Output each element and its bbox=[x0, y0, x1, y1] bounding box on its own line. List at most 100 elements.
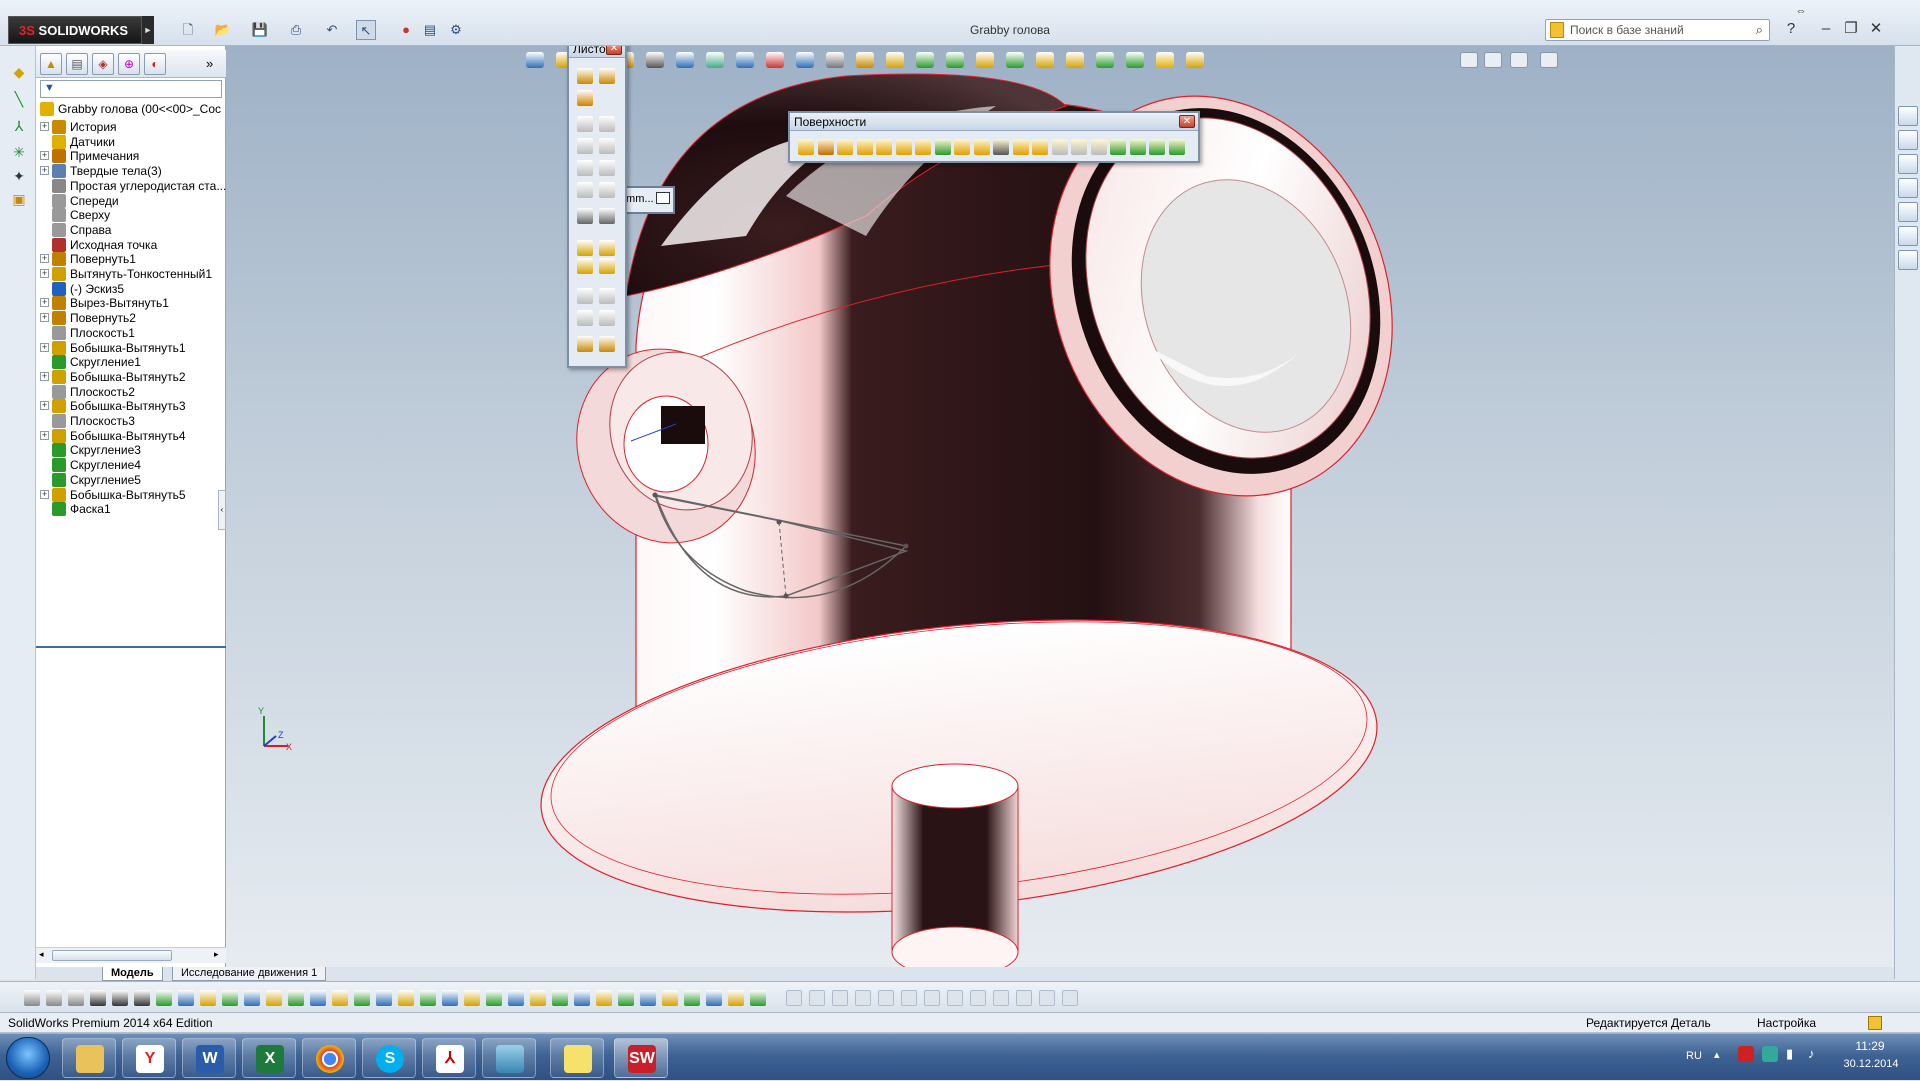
design-library-icon[interactable] bbox=[1898, 154, 1918, 174]
smart-dimension-icon[interactable]: ◆ bbox=[11, 64, 27, 80]
surfaces-toolbar-title[interactable]: Поверхности ✕ bbox=[790, 113, 1198, 131]
scroll-right-icon[interactable]: ▸ bbox=[214, 949, 219, 960]
sketch-tool-icon[interactable] bbox=[640, 990, 656, 1006]
sketch-tool-icon[interactable] bbox=[134, 990, 150, 1006]
surface-tool-icon[interactable] bbox=[973, 139, 990, 155]
expand-toggle-icon[interactable]: + bbox=[40, 298, 49, 308]
axis-triad[interactable]: Y X Z bbox=[258, 706, 298, 756]
select-pointer-icon[interactable]: ↖ bbox=[356, 20, 376, 40]
expand-toggle-icon[interactable]: + bbox=[40, 151, 49, 161]
sketch-entity-icon[interactable] bbox=[786, 990, 802, 1006]
knowledge-search-input[interactable]: Поиск в базе знаний ⌕ bbox=[1545, 19, 1770, 41]
feature-tree-scrollbar[interactable]: ◂ ▸ bbox=[36, 947, 226, 963]
sketch-tool-icon[interactable] bbox=[398, 990, 414, 1006]
undo-icon[interactable]: ↶ bbox=[322, 20, 342, 40]
file-properties-icon[interactable]: ▤ bbox=[420, 20, 440, 40]
expand-toggle-icon[interactable]: + bbox=[40, 122, 49, 131]
sheet-metal-tool-icon[interactable] bbox=[577, 90, 593, 106]
sketch-tool-icon[interactable] bbox=[552, 990, 568, 1006]
action-center-icon[interactable] bbox=[1738, 1046, 1754, 1062]
sheet-metal-tool-icon[interactable] bbox=[599, 182, 615, 198]
sketch-tool-icon[interactable] bbox=[376, 990, 392, 1006]
expand-toggle-icon[interactable]: + bbox=[40, 430, 49, 440]
sketch-tool-icon[interactable] bbox=[728, 990, 744, 1006]
sheet-metal-tool-icon[interactable] bbox=[577, 310, 593, 326]
surface-tool-icon[interactable] bbox=[1051, 139, 1068, 155]
sketch-entity-icon[interactable] bbox=[993, 990, 1009, 1006]
search-icon[interactable]: ⌕ bbox=[1756, 22, 1763, 38]
model-canvas[interactable] bbox=[226, 46, 1894, 979]
sketch-tool-icon[interactable] bbox=[200, 990, 216, 1006]
tag-icon[interactable] bbox=[1868, 1016, 1882, 1030]
surface-tool-icon[interactable] bbox=[798, 139, 814, 155]
taskbar-excel[interactable]: X bbox=[242, 1038, 296, 1078]
sheet-metal-tool-icon[interactable] bbox=[577, 208, 593, 224]
sheet-metal-tool-icon[interactable] bbox=[577, 336, 593, 352]
surface-tool-icon[interactable] bbox=[1071, 139, 1087, 155]
sheet-metal-tool-icon[interactable] bbox=[599, 160, 615, 176]
sheet-metal-tool-icon[interactable] bbox=[577, 288, 593, 304]
configuration-tab[interactable]: ◈ bbox=[92, 53, 114, 75]
line-icon[interactable]: ╲ bbox=[11, 91, 27, 107]
sketch-entity-icon[interactable] bbox=[1016, 990, 1032, 1006]
tab-model[interactable]: Модель bbox=[102, 967, 163, 981]
expand-toggle-icon[interactable]: + bbox=[40, 166, 49, 176]
expand-toggle-icon[interactable]: + bbox=[40, 342, 49, 352]
open-folder-icon[interactable]: 📂 bbox=[213, 20, 233, 40]
taskbar-word[interactable]: W bbox=[182, 1038, 236, 1078]
sketch-tool-icon[interactable] bbox=[750, 990, 766, 1006]
sketch-tool-icon[interactable] bbox=[530, 990, 546, 1006]
surface-tool-icon[interactable] bbox=[1129, 139, 1146, 155]
custom-properties-icon[interactable] bbox=[1898, 250, 1918, 270]
sketch-tool-icon[interactable] bbox=[442, 990, 458, 1006]
sketch-tool-icon[interactable] bbox=[112, 990, 128, 1006]
sketch-tool-icon[interactable] bbox=[288, 990, 304, 1006]
save-icon[interactable]: 💾 bbox=[250, 20, 270, 40]
sheet-metal-tool-icon[interactable] bbox=[577, 116, 593, 132]
expand-toggle-icon[interactable]: + bbox=[40, 313, 49, 323]
taskbar-app[interactable] bbox=[482, 1038, 536, 1078]
show-hidden-icons[interactable]: ▴ bbox=[1714, 1048, 1720, 1061]
options-icon[interactable]: ⚙ bbox=[446, 20, 466, 40]
feature-tree-tab[interactable]: ▲ bbox=[40, 53, 62, 75]
property-manager-tab[interactable]: ▤ bbox=[66, 53, 88, 75]
surface-tool-icon[interactable] bbox=[1110, 139, 1126, 155]
close-toolbar-icon[interactable]: ✕ bbox=[606, 46, 622, 55]
point-icon[interactable]: ✳ bbox=[11, 144, 27, 160]
sheet-metal-tool-icon[interactable] bbox=[577, 68, 593, 84]
sheet-metal-tool-icon[interactable] bbox=[577, 182, 593, 198]
sketch-entity-icon[interactable] bbox=[878, 990, 894, 1006]
collapse-panel-handle[interactable]: ‹ bbox=[218, 490, 226, 530]
relations-icon[interactable]: ⅄ bbox=[11, 118, 27, 134]
home-icon[interactable] bbox=[1898, 130, 1918, 150]
sheet-metal-toolbar-title[interactable]: Листо... ✕ bbox=[569, 46, 625, 58]
rebuild-icon[interactable]: ● bbox=[396, 20, 416, 40]
sketch-tool-icon[interactable] bbox=[508, 990, 524, 1006]
sketch-tool-icon[interactable] bbox=[310, 990, 326, 1006]
taskbar-explorer[interactable] bbox=[62, 1038, 116, 1078]
tray-app-icon[interactable] bbox=[1762, 1046, 1778, 1062]
sketch-entity-icon[interactable] bbox=[832, 990, 848, 1006]
sketch-entity-icon[interactable] bbox=[924, 990, 940, 1006]
sketch-entity-icon[interactable] bbox=[1039, 990, 1055, 1006]
expand-toggle-icon[interactable]: + bbox=[40, 371, 49, 381]
surface-tool-icon[interactable] bbox=[1149, 139, 1165, 155]
sheet-metal-tool-icon[interactable] bbox=[599, 138, 615, 154]
taskbar-chrome[interactable] bbox=[302, 1038, 356, 1078]
sheet-metal-tool-icon[interactable] bbox=[599, 116, 615, 132]
sheet-metal-tool-icon[interactable] bbox=[599, 68, 615, 84]
sketch-tool-icon[interactable] bbox=[684, 990, 700, 1006]
sketch-tool-icon[interactable] bbox=[574, 990, 590, 1006]
surface-tool-icon[interactable] bbox=[817, 139, 834, 155]
taskbar-yandex[interactable]: Y bbox=[122, 1038, 176, 1078]
surface-tool-icon[interactable] bbox=[993, 139, 1009, 155]
sensor-icon[interactable]: ▣ bbox=[11, 191, 27, 207]
sketch-tool-icon[interactable] bbox=[706, 990, 722, 1006]
tree-filter-input[interactable]: ▼ bbox=[40, 80, 222, 98]
expand-toggle-icon[interactable]: + bbox=[40, 489, 49, 499]
graphics-viewport[interactable]: Y X Z Comm... Листо... ✕ Поверхности ✕ bbox=[226, 46, 1894, 979]
sheet-metal-tool-icon[interactable] bbox=[577, 160, 593, 176]
taskbar-notes[interactable] bbox=[550, 1038, 604, 1078]
print-icon[interactable]: ⎙ bbox=[286, 20, 306, 40]
sketch-entity-icon[interactable] bbox=[809, 990, 825, 1006]
